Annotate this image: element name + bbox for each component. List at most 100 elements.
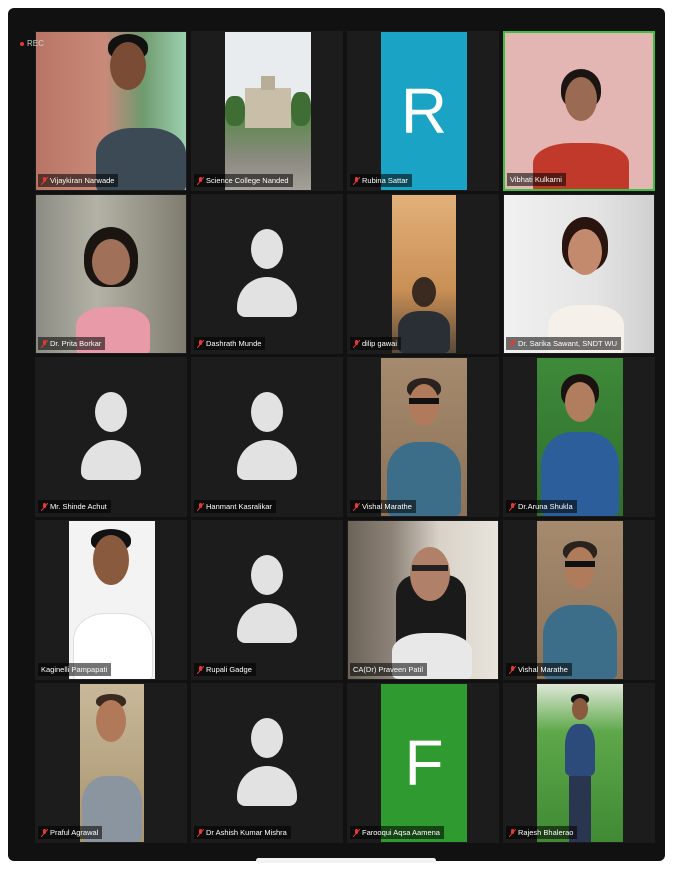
recording-indicator: REC (20, 39, 44, 48)
participant-nameplate: Dr.Aruna Shukla (506, 500, 577, 513)
participant-nameplate: Kaginelli Pampapati (38, 663, 112, 676)
recording-label: REC (27, 39, 44, 48)
muted-mic-icon (197, 502, 204, 511)
participant-tile-active-speaker[interactable]: Vibhati Kulkarni (503, 31, 655, 191)
participant-name: Dr Ashish Kumar Mishra (206, 828, 287, 837)
participant-nameplate: Mr. Shinde Achut (38, 500, 111, 513)
participant-video (348, 521, 498, 679)
muted-mic-icon (353, 339, 360, 348)
participant-name: Science College Nanded (206, 176, 289, 185)
participant-nameplate: Dashrath Munde (194, 337, 266, 350)
participant-nameplate: Vibhati Kulkarni (507, 173, 566, 186)
participant-name: Kaginelli Pampapati (41, 665, 108, 674)
participant-nameplate: dilip gawai (350, 337, 402, 350)
participant-nameplate: Rajesh Bhalerao (506, 826, 578, 839)
participant-figure (96, 32, 186, 190)
muted-mic-icon (197, 665, 204, 674)
participant-nameplate: Hanmant Kasralikar (194, 500, 276, 513)
default-avatar-icon (81, 392, 141, 482)
muted-mic-icon (353, 828, 360, 837)
participant-nameplate: Vishal Marathe (506, 663, 572, 676)
muted-mic-icon (509, 665, 516, 674)
participant-name: Vijaykiran Narwade (50, 176, 115, 185)
participant-tile[interactable]: Vijaykiran Narwade (35, 31, 187, 191)
participant-initial-avatar: R (381, 32, 467, 190)
participant-tile[interactable]: Rupali Gadge (191, 520, 343, 680)
participant-name: Dr. Sarika Sawant, SNDT WU (518, 339, 618, 348)
participant-name: Hanmant Kasralikar (206, 502, 272, 511)
participant-name: CA(Dr) Praveen Patil (353, 665, 424, 674)
participant-tile[interactable]: CA(Dr) Praveen Patil (347, 520, 499, 680)
participant-name: Rupali Gadge (206, 665, 252, 674)
participant-video (36, 32, 186, 190)
participant-tile[interactable]: Dr. Sarika Sawant, SNDT WU (503, 194, 655, 354)
participant-tile[interactable]: F Farooqui Aqsa Aamena (347, 683, 499, 843)
participant-nameplate: Rupali Gadge (194, 663, 256, 676)
participant-video (225, 32, 311, 190)
participant-name: Vibhati Kulkarni (510, 175, 562, 184)
participant-name: Mr. Shinde Achut (50, 502, 107, 511)
default-avatar-icon (237, 392, 297, 482)
muted-mic-icon (353, 502, 360, 511)
participant-video (36, 195, 186, 353)
participant-tile[interactable]: Rajesh Bhalerao (503, 683, 655, 843)
participant-tile[interactable]: Science College Nanded (191, 31, 343, 191)
muted-mic-icon (197, 176, 204, 185)
participant-video (69, 521, 155, 679)
default-avatar-icon (237, 718, 297, 808)
participant-initial-avatar: F (381, 684, 467, 842)
muted-mic-icon (197, 828, 204, 837)
participant-tile[interactable]: Mr. Shinde Achut (35, 357, 187, 517)
muted-mic-icon (509, 502, 516, 511)
participant-name: Rubina Sattar (362, 176, 408, 185)
participant-tile[interactable]: Dr. Prita Borkar (35, 194, 187, 354)
participant-tile[interactable]: Vishal Marathe (347, 357, 499, 517)
participant-name: Dashrath Munde (206, 339, 262, 348)
participant-tile[interactable]: R Rubina Sattar (347, 31, 499, 191)
home-indicator[interactable] (256, 858, 436, 863)
participant-name: Rajesh Bhalerao (518, 828, 574, 837)
participant-video (504, 195, 654, 353)
participant-nameplate: Science College Nanded (194, 174, 293, 187)
participant-tile[interactable]: Dr.Aruna Shukla (503, 357, 655, 517)
default-avatar-icon (237, 555, 297, 645)
participant-video (537, 521, 623, 679)
default-avatar-icon (237, 229, 297, 319)
participant-tile[interactable]: Dashrath Munde (191, 194, 343, 354)
participant-tile[interactable]: dilip gawai (347, 194, 499, 354)
participant-tile[interactable]: Vishal Marathe (503, 520, 655, 680)
participant-name: Dr. Prita Borkar (50, 339, 102, 348)
muted-mic-icon (197, 339, 204, 348)
participant-name: Dr.Aruna Shukla (518, 502, 573, 511)
participant-tile[interactable]: Dr Ashish Kumar Mishra (191, 683, 343, 843)
participant-name: Vishal Marathe (518, 665, 568, 674)
participant-tile[interactable]: Hanmant Kasralikar (191, 357, 343, 517)
participant-video (381, 358, 467, 516)
muted-mic-icon (41, 339, 48, 348)
participant-tile[interactable]: Kaginelli Pampapati (35, 520, 187, 680)
participant-name: dilip gawai (362, 339, 398, 348)
participant-nameplate: Dr Ashish Kumar Mishra (194, 826, 291, 839)
participant-video (392, 195, 456, 353)
participant-nameplate: Vijaykiran Narwade (38, 174, 119, 187)
participant-video (537, 684, 623, 842)
participant-video (80, 684, 144, 842)
muted-mic-icon (41, 828, 48, 837)
participant-nameplate: Dr. Sarika Sawant, SNDT WU (506, 337, 622, 350)
participant-video (537, 358, 623, 516)
muted-mic-icon (41, 176, 48, 185)
participant-gallery: Vijaykiran Narwade Science College Nande… (35, 31, 655, 843)
participant-nameplate: Rubina Sattar (350, 174, 412, 187)
participant-name: Vishal Marathe (362, 502, 412, 511)
participant-name: Praful Agrawal (50, 828, 99, 837)
participant-nameplate: Dr. Prita Borkar (38, 337, 106, 350)
participant-nameplate: Praful Agrawal (38, 826, 103, 839)
participant-nameplate: Farooqui Aqsa Aamena (350, 826, 444, 839)
participant-tile[interactable]: Praful Agrawal (35, 683, 187, 843)
recording-dot-icon (20, 41, 24, 46)
muted-mic-icon (41, 502, 48, 511)
muted-mic-icon (509, 828, 516, 837)
meeting-window: REC Vijaykiran Narwade Science College N… (8, 8, 665, 861)
participant-video (505, 33, 653, 189)
participant-nameplate: CA(Dr) Praveen Patil (350, 663, 428, 676)
